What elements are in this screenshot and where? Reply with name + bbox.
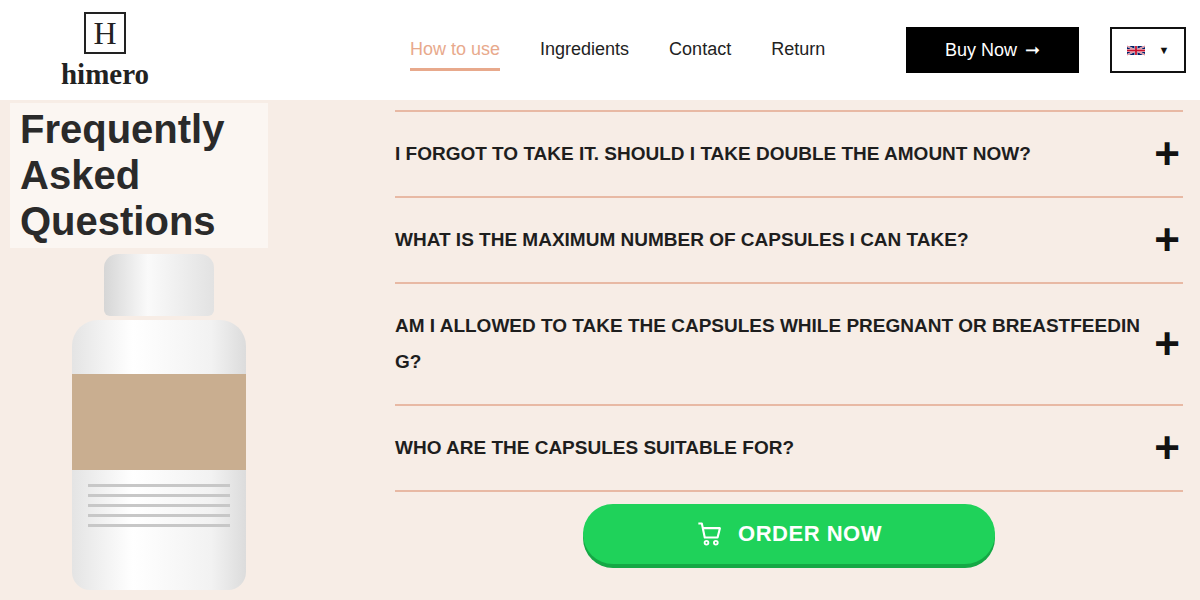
faq-title: Frequently Asked Questions bbox=[10, 103, 268, 248]
nav-item[interactable]: How to use bbox=[410, 29, 500, 71]
logo-mark: H bbox=[84, 12, 126, 54]
bottle-label bbox=[72, 374, 246, 470]
faq-question: I FORGOT TO TAKE IT. SHOULD I TAKE DOUBL… bbox=[395, 136, 1141, 172]
page: H himero How to use Ingredients Contact Ret… bbox=[0, 0, 1200, 600]
bottle-print bbox=[72, 470, 246, 541]
caret-icon: ▼ bbox=[1159, 44, 1170, 56]
faq-question: WHAT IS THE MAXIMUM NUMBER OF CAPSULES I… bbox=[395, 222, 1141, 258]
faq-item[interactable]: WHO ARE THE CAPSULES SUITABLE FOR? + bbox=[395, 404, 1183, 492]
bottle-body bbox=[72, 320, 246, 590]
logo[interactable]: H himero bbox=[52, 12, 158, 89]
plus-icon: + bbox=[1151, 136, 1183, 172]
faq-question: WHO ARE THE CAPSULES SUITABLE FOR? bbox=[395, 430, 1141, 466]
logo-brand: himero bbox=[61, 60, 149, 89]
header: H himero How to use Ingredients Contact Ret… bbox=[0, 0, 1200, 100]
faq-list: I FORGOT TO TAKE IT. SHOULD I TAKE DOUBL… bbox=[395, 110, 1183, 492]
faq-item[interactable]: AM I ALLOWED TO TAKE THE CAPSULES WHILE … bbox=[395, 282, 1183, 404]
faq-column: I FORGOT TO TAKE IT. SHOULD I TAKE DOUBL… bbox=[395, 100, 1183, 600]
faq-item[interactable]: I FORGOT TO TAKE IT. SHOULD I TAKE DOUBL… bbox=[395, 110, 1183, 196]
left-column: Frequently Asked Questions bbox=[0, 100, 395, 600]
nav-item[interactable]: Return bbox=[771, 29, 825, 71]
plus-icon: + bbox=[1151, 430, 1183, 466]
buy-now-label: Buy Now bbox=[945, 40, 1017, 61]
order-now-label: ORDER NOW bbox=[738, 521, 882, 547]
faq-item[interactable]: WHAT IS THE MAXIMUM NUMBER OF CAPSULES I… bbox=[395, 196, 1183, 282]
order-now-button[interactable]: ORDER NOW bbox=[583, 504, 995, 564]
nav: How to use Ingredients Contact Return bbox=[410, 29, 825, 71]
buy-now-button[interactable]: Buy Now ➞ bbox=[906, 27, 1079, 73]
faq-section: Frequently Asked Questions I FORGOT TO T… bbox=[0, 100, 1200, 600]
cart-icon bbox=[696, 520, 724, 548]
arrow-icon: ➞ bbox=[1025, 39, 1040, 61]
nav-item[interactable]: Ingredients bbox=[540, 29, 629, 71]
uk-flag-icon bbox=[1127, 45, 1145, 56]
faq-question: AM I ALLOWED TO TAKE THE CAPSULES WHILE … bbox=[395, 308, 1141, 380]
nav-item[interactable]: Contact bbox=[669, 29, 731, 71]
plus-icon: + bbox=[1151, 326, 1183, 362]
order-row: ORDER NOW bbox=[395, 492, 1183, 564]
plus-icon: + bbox=[1151, 222, 1183, 258]
product-bottle bbox=[72, 254, 246, 590]
language-select[interactable]: ▼ bbox=[1110, 27, 1186, 73]
bottle-cap bbox=[104, 254, 214, 316]
